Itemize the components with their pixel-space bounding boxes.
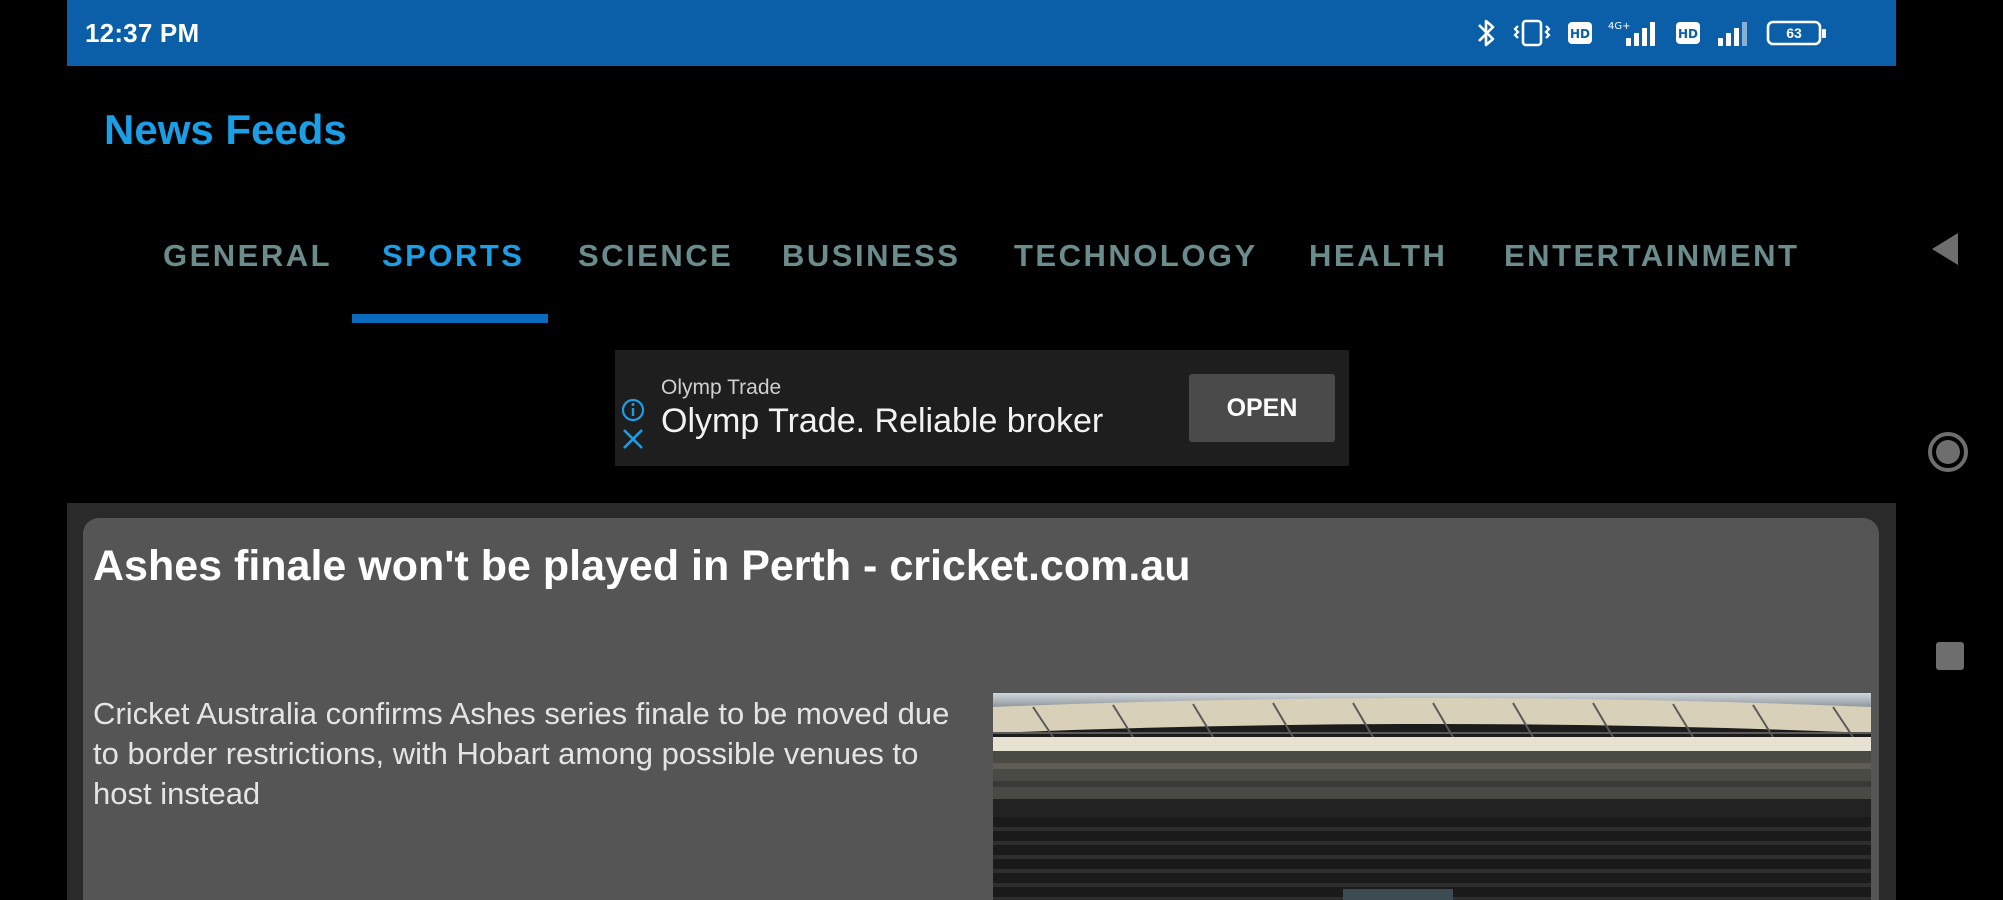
svg-text:HD: HD [1570,27,1590,41]
article-description: Cricket Australia confirms Ashes series … [93,696,950,811]
active-tab-indicator [352,314,548,323]
battery-icon: 63 [1766,16,1828,50]
news-card[interactable]: Ashes finale won't be played in Perth - … [83,518,1879,900]
stadium-image [993,693,1871,900]
home-circle-icon [1928,432,1968,472]
tab-sports[interactable]: SPORTS [382,238,524,274]
signal-strength-2-icon [1714,16,1754,50]
status-time: 12:37 PM [85,18,200,48]
category-tabs: GENERAL SPORTS SCIENCE BUSINESS TECHNOLO… [67,200,1896,326]
vibrate-icon [1510,16,1554,50]
tab-technology[interactable]: TECHNOLOGY [1014,238,1258,274]
svg-text:4G+: 4G+ [1608,21,1631,32]
ad-headline[interactable]: Olymp Trade. Reliable broker [661,402,1103,441]
tab-health[interactable]: HEALTH [1309,238,1447,274]
ad-sponsor: Olymp Trade [661,376,782,399]
ad-banner[interactable]: Olymp Trade Olymp Trade. Reliable broker… [615,350,1349,466]
tab-business[interactable]: BUSINESS [782,238,960,274]
tab-general[interactable]: GENERAL [163,238,332,274]
news-list: Ashes finale won't be played in Perth - … [67,503,1896,900]
nav-recent-apps-button[interactable] [1935,641,1965,676]
signal-strength-icon: 4G+ [1606,16,1662,50]
back-triangle-icon [1932,233,1958,265]
ad-info-icons [621,398,645,458]
tab-science[interactable]: SCIENCE [578,238,733,274]
app-title: News Feeds [104,106,347,153]
article-title[interactable]: Ashes finale won't be played in Perth - … [93,542,1190,591]
svg-text:HD: HD [1678,27,1698,41]
app-screen: 12:37 PM HD 4G+ HD 63 News Feeds GENERAL… [67,0,1896,900]
nav-home-button[interactable] [1926,430,1970,479]
sim1-icon: HD [1566,16,1594,50]
status-icons: HD 4G+ HD 63 [1474,14,1828,52]
recent-apps-square-icon [1936,642,1964,670]
bluetooth-icon [1474,16,1498,50]
tab-entertainment[interactable]: ENTERTAINMENT [1504,238,1799,274]
ad-open-button[interactable]: OPEN [1189,374,1335,442]
nav-back-button[interactable] [1930,231,1962,272]
sim2-icon: HD [1674,16,1702,50]
status-bar: 12:37 PM HD 4G+ HD 63 [67,0,1896,66]
article-image[interactable] [993,693,1871,900]
ad-choices-icon[interactable] [621,398,645,458]
battery-level: 63 [1786,25,1802,41]
